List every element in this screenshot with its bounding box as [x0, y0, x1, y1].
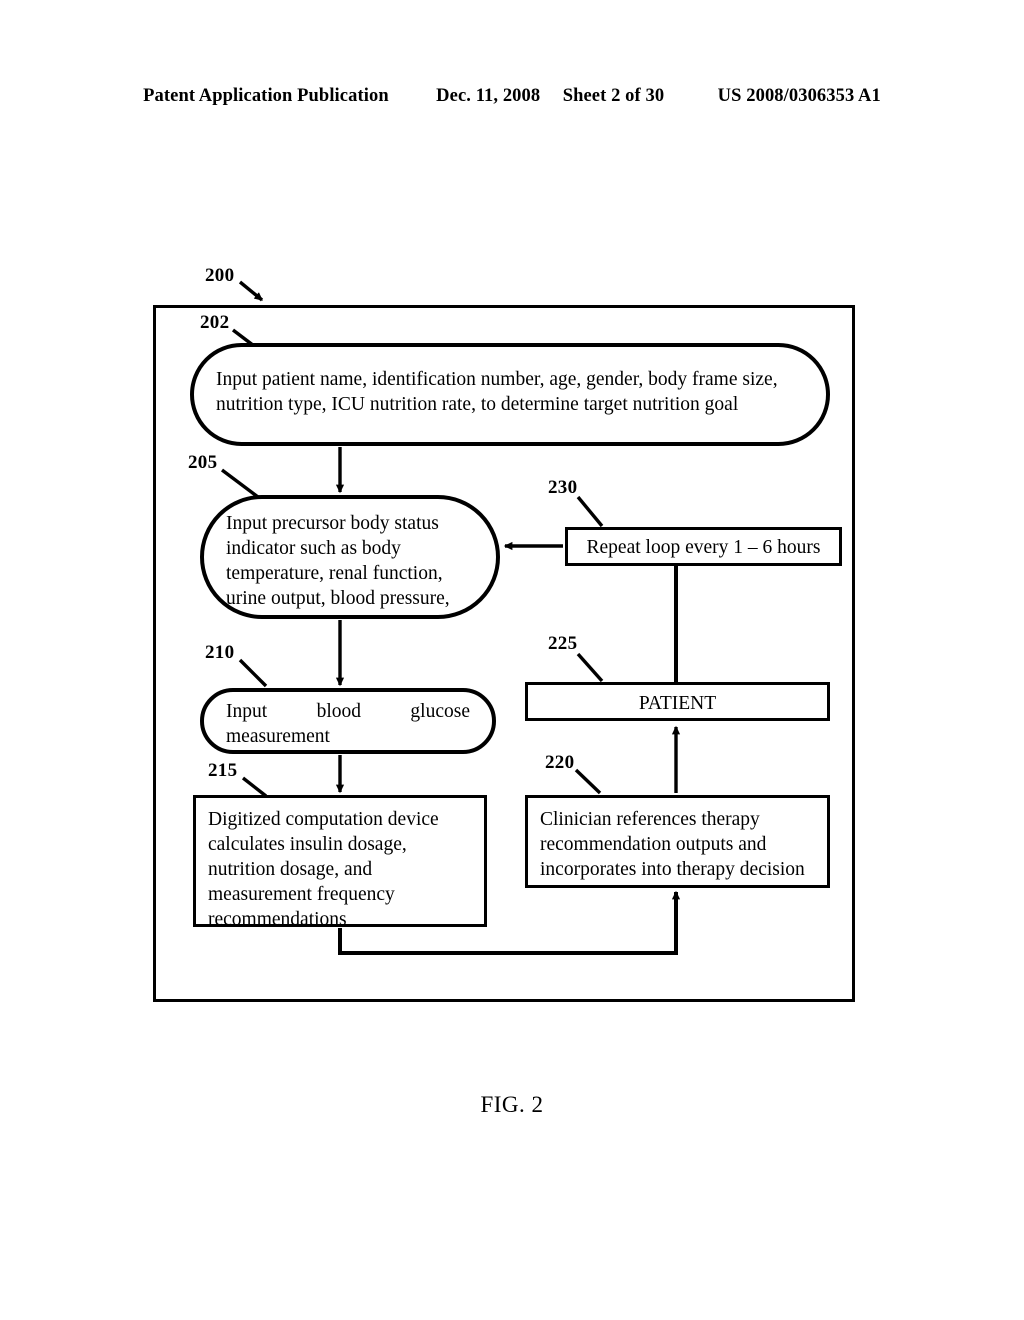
- reference-numeral-225: 225: [548, 633, 578, 654]
- node-230-repeat-loop[interactable]: Repeat loop every 1 – 6 hours: [565, 527, 842, 566]
- node-210-label-line2: measurement: [226, 726, 330, 747]
- reference-numeral-202: 202: [200, 312, 230, 333]
- reference-numeral-230: 230: [548, 477, 578, 498]
- node-202-label: Input patient name, identification numbe…: [216, 369, 778, 415]
- node-220-label: Clinician references therapy recommendat…: [540, 809, 805, 880]
- reference-numeral-200: 200: [205, 265, 235, 286]
- node-230-label: Repeat loop every 1 – 6 hours: [586, 537, 821, 558]
- node-210-label-line1: Input blood glucose: [226, 701, 470, 722]
- node-215-label: Digitized computation device calculates …: [208, 809, 439, 930]
- reference-numeral-210: 210: [205, 642, 235, 663]
- figure-caption: FIG. 2: [480, 1092, 544, 1117]
- node-210-input-blood-glucose[interactable]: Input blood glucose measurement: [200, 688, 496, 754]
- node-220-clinician-therapy-decision[interactable]: Clinician references therapy recommendat…: [525, 795, 830, 888]
- node-215-computation-device[interactable]: Digitized computation device calculates …: [193, 795, 487, 930]
- lead-line-200: [238, 280, 264, 302]
- reference-numeral-220: 220: [545, 752, 575, 773]
- node-225-patient[interactable]: PATIENT: [525, 682, 830, 721]
- node-205-label: Input precursor body status indicator su…: [226, 513, 450, 609]
- reference-numeral-205: 205: [188, 452, 218, 473]
- node-205-input-precursor-body-status[interactable]: Input precursor body status indicator su…: [200, 495, 500, 619]
- node-225-label: PATIENT: [638, 693, 717, 714]
- figure-2-diagram: Input patient name, identification numbe…: [0, 0, 1024, 1320]
- node-202-input-patient-info[interactable]: Input patient name, identification numbe…: [190, 343, 830, 446]
- reference-numeral-215: 215: [208, 760, 238, 781]
